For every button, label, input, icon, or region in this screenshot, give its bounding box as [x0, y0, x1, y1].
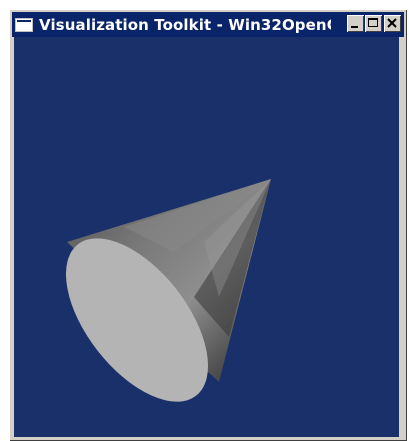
app-window: Visualization Toolkit - Win32OpenG...: [9, 9, 407, 441]
title-bar[interactable]: Visualization Toolkit - Win32OpenG...: [12, 12, 404, 37]
close-button[interactable]: [384, 15, 401, 32]
window-title: Visualization Toolkit - Win32OpenG...: [39, 15, 331, 34]
render-viewport[interactable]: [14, 37, 399, 437]
window-icon[interactable]: [15, 17, 33, 32]
maximize-button[interactable]: [365, 15, 382, 32]
minimize-icon: [351, 26, 358, 28]
minimize-button[interactable]: [347, 15, 364, 32]
cone-render: [65, 179, 271, 402]
maximize-icon: [368, 18, 378, 27]
close-icon: [387, 18, 397, 28]
